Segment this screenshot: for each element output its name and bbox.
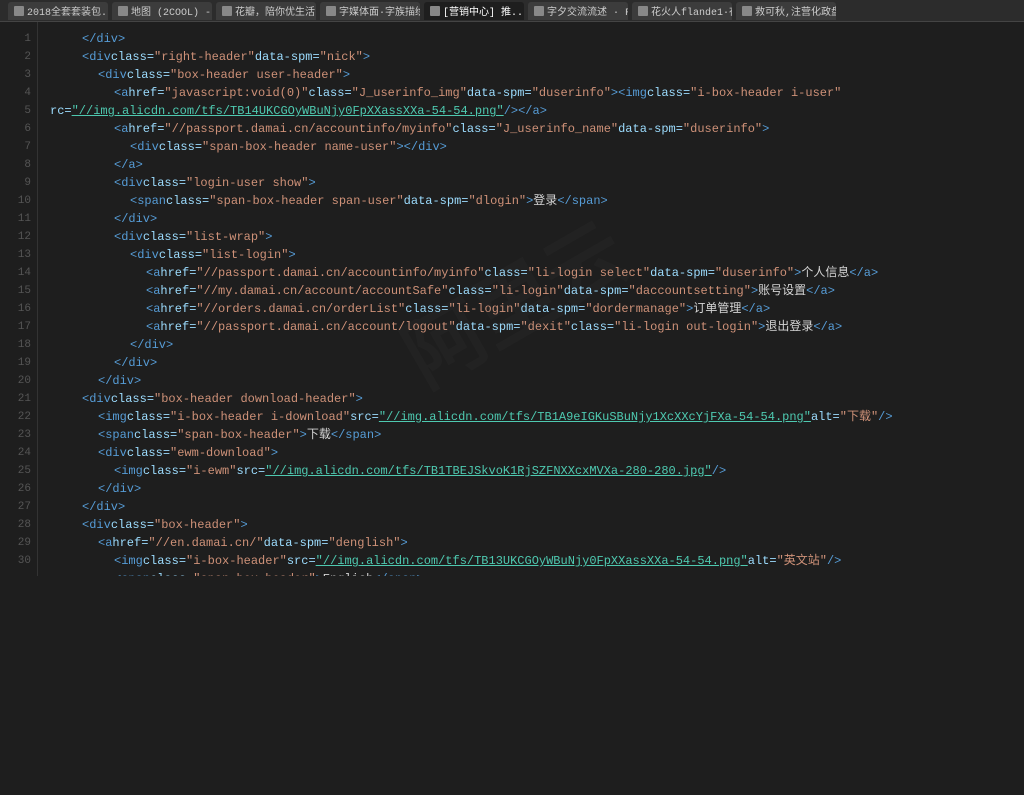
tag-close-1: </div> [82, 30, 125, 48]
code-line-24: <div class= "ewm-download" > [50, 444, 1024, 462]
ln-5: 5 [0, 102, 31, 120]
code-line-12: <div class= "list-wrap" > [50, 228, 1024, 246]
ln-1: 1 [0, 30, 31, 48]
favicon-6 [534, 6, 544, 16]
code-line-2: <div class= "right-header" data-spm= "ni… [50, 48, 1024, 66]
code-line-7: <div class= "span-box-header name-user" … [50, 138, 1024, 156]
code-editor: 阿里云 1 2 3 4 5 6 7 8 9 10 11 12 13 14 15 … [0, 22, 1024, 576]
favicon-5 [430, 6, 440, 16]
code-line-18: </div> [50, 336, 1024, 354]
ln-25: 25 [0, 462, 31, 480]
favicon-7 [638, 6, 648, 16]
code-line-1: </div> [50, 30, 1024, 48]
code-line-25: <img class= "i-ewm" src= "//img.alicdn.c… [50, 462, 1024, 480]
code-line-27: </div> [50, 498, 1024, 516]
code-line-31: <span class= "span-box-header" > English… [50, 570, 1024, 576]
code-line-23: <span class= "span-box-header" > 下载 </sp… [50, 426, 1024, 444]
tab-3-label: 花瓣，陪你优生活... [235, 3, 316, 19]
favicon-2 [118, 6, 128, 16]
ln-17: 17 [0, 318, 31, 336]
code-line-19: </div> [50, 354, 1024, 372]
ln-14: 14 [0, 264, 31, 282]
ln-4: 4 [0, 84, 31, 102]
code-line-4: <a href= "javascript:void(0)" class= "J_… [50, 84, 1024, 102]
ln-8: 8 [0, 156, 31, 174]
ln-12: 12 [0, 228, 31, 246]
code-line-17: <a href= "//passport.damai.cn/account/lo… [50, 318, 1024, 336]
ln-30: 30 [0, 552, 31, 570]
code-line-30: <img class= "i-box-header" src= "//img.a… [50, 552, 1024, 570]
tab-5-label: [营销中心] 推... [443, 3, 524, 19]
ln-29: 29 [0, 534, 31, 552]
code-line-10: <span class= "span-box-header span-user"… [50, 192, 1024, 210]
code-line-3: <div class= "box-header user-header" > [50, 66, 1024, 84]
code-line-13: <div class= "list-login" > [50, 246, 1024, 264]
line-number-gutter: 1 2 3 4 5 6 7 8 9 10 11 12 13 14 15 16 1… [0, 22, 38, 576]
ln-26: 26 [0, 480, 31, 498]
tab-4[interactable]: 字媒体面·字族描绘... [320, 2, 420, 20]
code-line-28: <div class= "box-header" > [50, 516, 1024, 534]
code-line-8: </a> [50, 156, 1024, 174]
ln-27: 27 [0, 498, 31, 516]
tab-2[interactable]: 地图 (2COOL) - 设... [112, 2, 212, 20]
ln-6: 6 [0, 120, 31, 138]
tab-7[interactable]: 花火人flande1·在线... [632, 2, 732, 20]
ln-28: 28 [0, 516, 31, 534]
ln-22: 22 [0, 408, 31, 426]
favicon-3 [222, 6, 232, 16]
ln-20: 20 [0, 372, 31, 390]
code-line-14: <a href= "//passport.damai.cn/accountinf… [50, 264, 1024, 282]
ln-2: 2 [0, 48, 31, 66]
tab-6[interactable]: 字夕交流流述 · For... [528, 2, 628, 20]
favicon-4 [326, 6, 336, 16]
tab-7-label: 花火人flande1·在线... [651, 3, 732, 19]
ln-18: 18 [0, 336, 31, 354]
code-line-6: <a href= "//passport.damai.cn/accountinf… [50, 120, 1024, 138]
ln-7: 7 [0, 138, 31, 156]
code-line-29: <a href= "//en.damai.cn/" data-spm= "den… [50, 534, 1024, 552]
favicon-1 [14, 6, 24, 16]
favicon-8 [742, 6, 752, 16]
ln-23: 23 [0, 426, 31, 444]
code-line-9: <div class= "login-user show" > [50, 174, 1024, 192]
code-line-22: <img class= "i-box-header i-download" sr… [50, 408, 1024, 426]
tab-bar[interactable]: 2018全套套装包... 地图 (2COOL) - 设... 花瓣，陪你优生活.… [0, 0, 1024, 22]
ln-9: 9 [0, 174, 31, 192]
code-line-11: </div> [50, 210, 1024, 228]
ln-15: 15 [0, 282, 31, 300]
tab-5[interactable]: [营销中心] 推... [424, 2, 524, 20]
tab-8-label: 救可秋,注营化政盘... [755, 3, 836, 19]
ln-21: 21 [0, 390, 31, 408]
ln-19: 19 [0, 354, 31, 372]
code-line-15: <a href= "//my.damai.cn/account/accountS… [50, 282, 1024, 300]
tab-6-label: 字夕交流流述 · For... [547, 3, 628, 19]
ln-13: 13 [0, 246, 31, 264]
tab-1[interactable]: 2018全套套装包... [8, 2, 108, 20]
code-line-20: </div> [50, 372, 1024, 390]
browser-chrome: 2018全套套装包... 地图 (2COOL) - 设... 花瓣，陪你优生活.… [0, 0, 1024, 22]
tab-2-label: 地图 (2COOL) - 设... [131, 3, 212, 19]
tab-8[interactable]: 救可秋,注营化政盘... [736, 2, 836, 20]
ln-11: 11 [0, 210, 31, 228]
ln-3: 3 [0, 66, 31, 84]
ln-24: 24 [0, 444, 31, 462]
tab-3[interactable]: 花瓣，陪你优生活... [216, 2, 316, 20]
code-line-26: </div> [50, 480, 1024, 498]
tab-4-label: 字媒体面·字族描绘... [339, 3, 420, 19]
ln-10: 10 [0, 192, 31, 210]
code-line-21: <div class= "box-header download-header"… [50, 390, 1024, 408]
code-line-16: <a href= "//orders.damai.cn/orderList" c… [50, 300, 1024, 318]
code-line-5: rc= "//img.alicdn.com/tfs/TB14UKCGOyWBuN… [50, 102, 1024, 120]
code-body[interactable]: </div> <div class= "right-header" data-s… [38, 22, 1024, 576]
tab-1-label: 2018全套套装包... [27, 3, 108, 19]
ln-16: 16 [0, 300, 31, 318]
